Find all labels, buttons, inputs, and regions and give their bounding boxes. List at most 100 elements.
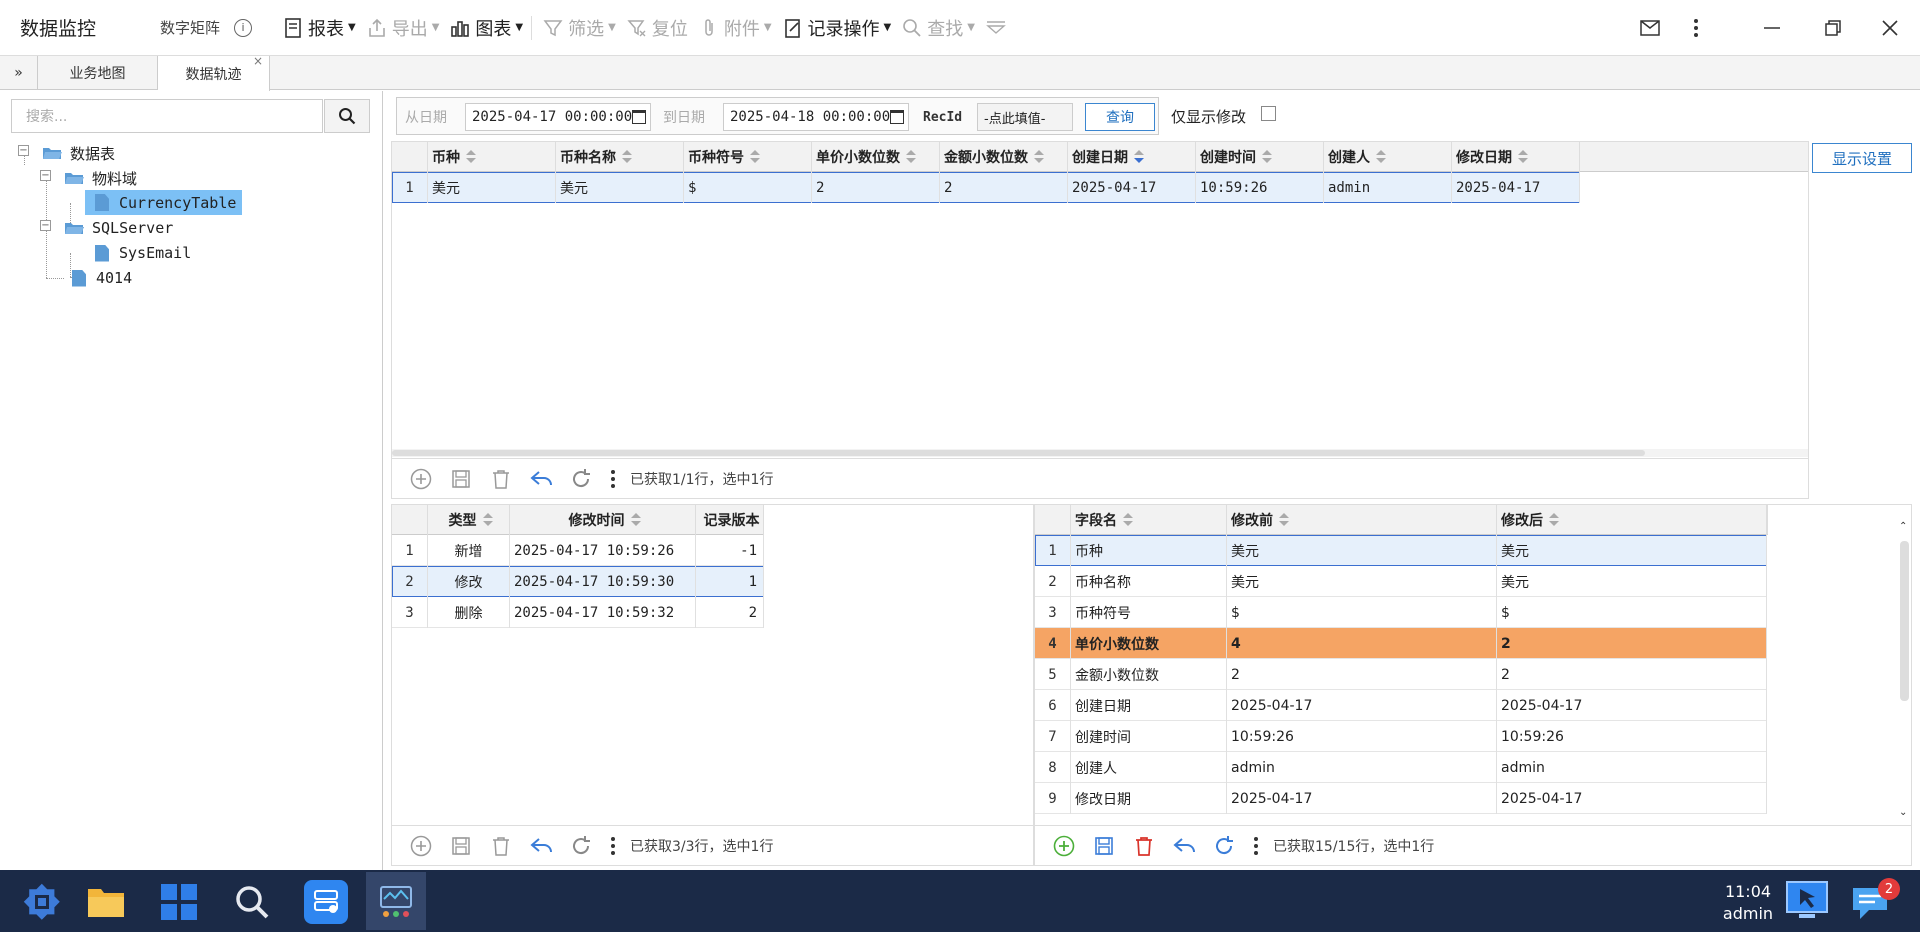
mail-icon[interactable] — [1634, 12, 1666, 44]
calendar-icon[interactable] — [632, 110, 646, 124]
calendar-icon[interactable] — [890, 110, 904, 124]
table-cell[interactable]: 币种 — [1071, 535, 1227, 566]
table-cell[interactable]: 2025-04-17 — [1497, 690, 1767, 721]
table-cell[interactable]: 2025-04-17 10:59:26 — [510, 535, 696, 566]
row-number[interactable]: 3 — [392, 597, 428, 628]
table-cell[interactable]: 2025-04-17 — [1497, 783, 1767, 814]
table-row[interactable]: 2 币种名称 美元 美元 — [1035, 566, 1767, 597]
search-button[interactable] — [324, 99, 370, 133]
info-icon[interactable]: i — [234, 18, 253, 37]
row-number[interactable]: 2 — [392, 566, 428, 597]
tab-close-icon[interactable]: × — [253, 54, 263, 68]
row-number[interactable]: 1 — [392, 535, 428, 566]
tree-node-sqlserver[interactable]: SQLServer — [64, 217, 173, 239]
expand-sidebar-icon[interactable]: » — [0, 56, 38, 90]
export-button[interactable]: 导出 ▼ — [366, 10, 439, 46]
table-row[interactable]: 2 修改 2025-04-17 10:59:30 1 — [392, 566, 764, 597]
table-cell[interactable]: 单价小数位数 — [1071, 628, 1227, 659]
table-cell[interactable]: 美元 — [1227, 566, 1497, 597]
sort-icon[interactable] — [630, 513, 641, 527]
scrollbar-thumb[interactable] — [1900, 541, 1909, 701]
report-button[interactable]: 报表 ▼ — [282, 10, 356, 46]
add-icon[interactable] — [1053, 835, 1075, 857]
table-cell[interactable]: 金额小数位数 — [1071, 659, 1227, 690]
only-modified-checkbox[interactable] — [1261, 106, 1276, 121]
table-cell[interactable]: $ — [684, 172, 812, 203]
row-number[interactable]: 9 — [1035, 783, 1071, 814]
table-cell[interactable]: 美元 — [428, 172, 556, 203]
delete-icon[interactable] — [1133, 835, 1155, 857]
sort-icon[interactable] — [1034, 150, 1044, 164]
table-cell[interactable]: 2 — [1497, 659, 1767, 690]
attachment-button[interactable]: 附件 ▼ — [698, 10, 772, 46]
tab-business-map[interactable]: 业务地图 — [38, 56, 158, 90]
table-cell[interactable]: admin — [1324, 172, 1452, 203]
table-cell[interactable]: 2025-04-17 — [1227, 690, 1497, 721]
tab-data-trail[interactable]: 数据轨迹 × — [158, 54, 270, 91]
table-cell[interactable]: admin — [1497, 752, 1767, 783]
sort-icon[interactable] — [1376, 150, 1386, 164]
row-number[interactable]: 7 — [1035, 721, 1071, 752]
table-row[interactable]: 1 新增 2025-04-17 10:59:26 -1 — [392, 535, 764, 566]
column-header[interactable]: 币种名称 — [556, 142, 684, 172]
chart-button[interactable]: 图表 ▼ — [449, 10, 523, 46]
column-header[interactable]: 创建人 — [1324, 142, 1452, 172]
table-cell[interactable]: 1 — [696, 566, 764, 597]
table-row[interactable]: 4 单价小数位数 4 2 — [1035, 628, 1767, 659]
table-cell[interactable]: 修改日期 — [1071, 783, 1227, 814]
launcher-icon[interactable] — [20, 880, 64, 924]
file-manager-icon[interactable] — [84, 880, 128, 924]
more-vertical-icon[interactable] — [1253, 835, 1259, 857]
table-cell[interactable]: 删除 — [428, 597, 510, 628]
table-cell[interactable]: 10:59:26 — [1227, 721, 1497, 752]
table-row[interactable]: 9 修改日期 2025-04-17 2025-04-17 — [1035, 783, 1767, 814]
tree-toggle-sqlserver[interactable]: − — [40, 220, 51, 231]
recid-input[interactable]: -点此填值- — [977, 103, 1073, 131]
table-row[interactable]: 7 创建时间 10:59:26 10:59:26 — [1035, 721, 1767, 752]
column-header[interactable]: 记录版本 — [696, 505, 764, 535]
table-cell[interactable]: 2025-04-17 10:59:30 — [510, 566, 696, 597]
sort-icon[interactable] — [1518, 150, 1528, 164]
table-cell[interactable]: 美元 — [556, 172, 684, 203]
row-number[interactable]: 4 — [1035, 628, 1071, 659]
undo-icon[interactable] — [1173, 835, 1195, 857]
tree-node-sysemail[interactable]: SysEmail — [95, 242, 191, 264]
table-cell[interactable]: 2 — [940, 172, 1068, 203]
column-header[interactable]: 创建时间 — [1196, 142, 1324, 172]
table-cell[interactable]: 2 — [1497, 628, 1767, 659]
table-row[interactable]: 3 删除 2025-04-17 10:59:32 2 — [392, 597, 764, 628]
column-header[interactable]: 单价小数位数 — [812, 142, 940, 172]
row-number[interactable]: 2 — [1035, 566, 1071, 597]
table-cell[interactable]: 2025-04-17 — [1452, 172, 1580, 203]
minimize-icon[interactable] — [1756, 12, 1788, 44]
sort-icon[interactable] — [1134, 150, 1144, 164]
table-row[interactable]: 1 币种 美元 美元 — [1035, 535, 1767, 566]
delete-icon[interactable] — [490, 468, 512, 490]
row-number[interactable]: 3 — [1035, 597, 1071, 628]
table-cell[interactable]: 2 — [812, 172, 940, 203]
table-cell[interactable]: 10:59:26 — [1497, 721, 1767, 752]
table-cell[interactable]: 创建人 — [1071, 752, 1227, 783]
row-number[interactable]: 8 — [1035, 752, 1071, 783]
row-number[interactable]: 1 — [1035, 535, 1071, 566]
column-header[interactable]: 类型 — [428, 505, 510, 535]
tree-toggle-root[interactable]: − — [18, 145, 29, 156]
table-cell[interactable]: 2025-04-17 — [1227, 783, 1497, 814]
column-header[interactable]: 金额小数位数 — [940, 142, 1068, 172]
row-number[interactable]: 1 — [392, 172, 428, 203]
refresh-icon[interactable] — [1213, 835, 1235, 857]
row-number[interactable]: 6 — [1035, 690, 1071, 721]
table-row[interactable]: 6 创建日期 2025-04-17 2025-04-17 — [1035, 690, 1767, 721]
table-row[interactable]: 5 金额小数位数 2 2 — [1035, 659, 1767, 690]
to-date-input[interactable]: 2025-04-18 00:00:00 — [723, 103, 909, 131]
table-cell[interactable]: 创建日期 — [1071, 690, 1227, 721]
table-cell[interactable]: 2025-04-17 — [1068, 172, 1196, 203]
refresh-icon[interactable] — [570, 468, 592, 490]
table-cell[interactable]: 美元 — [1497, 535, 1767, 566]
search-icon[interactable] — [230, 880, 274, 924]
table-cell[interactable]: 修改 — [428, 566, 510, 597]
scroll-up-icon[interactable]: ⌃ — [1899, 521, 1907, 532]
table-cell[interactable]: $ — [1227, 597, 1497, 628]
query-button[interactable]: 查询 — [1085, 103, 1155, 131]
save-icon[interactable] — [450, 835, 472, 857]
